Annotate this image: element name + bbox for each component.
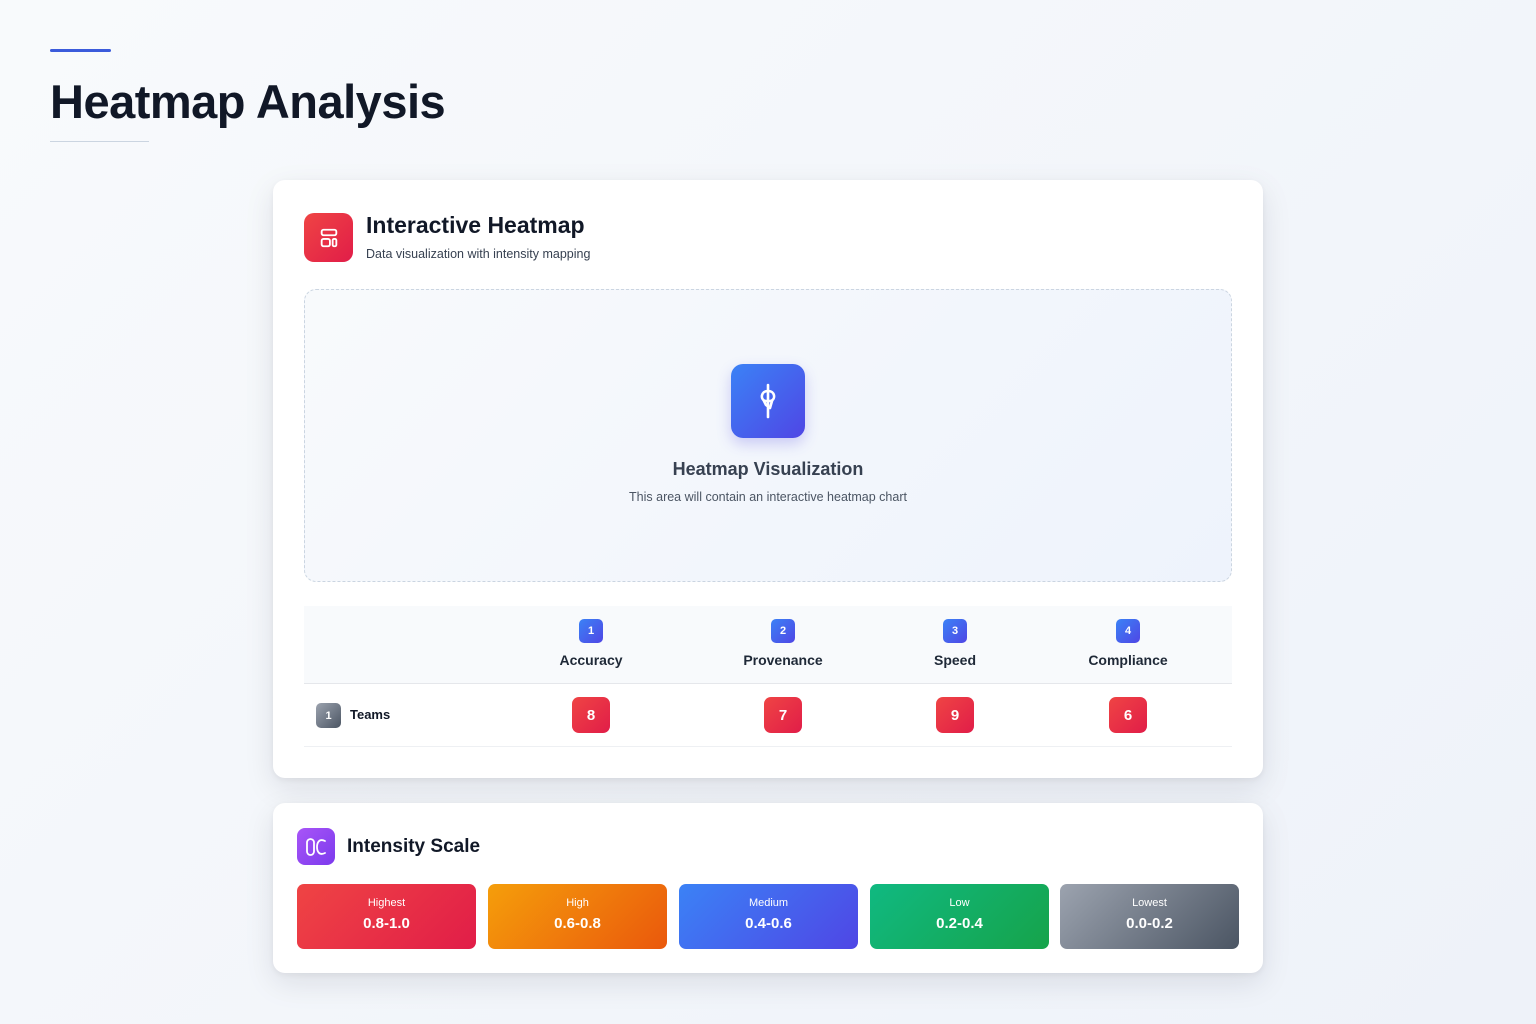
scale-item-range: 0.0-0.2 [1126,915,1173,932]
column-header-provenance[interactable]: 2 Provenance [683,606,883,683]
title-accent-bar [50,49,111,52]
scale-item-range: 0.2-0.4 [936,915,983,932]
scale-item-label: Highest [367,897,406,909]
scale-item-high: High 0.6-0.8 [488,884,667,949]
scale-item-range: 0.4-0.6 [745,915,792,932]
scale-item-low: Low 0.2-0.4 [870,884,1049,949]
table-row: 1 Teams 8 7 9 6 [304,684,1232,747]
heatmap-cell[interactable]: 8 [572,697,610,733]
column-header-compliance[interactable]: 4 Compliance [1028,606,1228,683]
scale-item-highest: Highest 0.8-1.0 [297,884,476,949]
column-header-accuracy[interactable]: 1 Accuracy [491,606,691,683]
intensity-scale-card: Intensity Scale Highest 0.8-1.0 High 0.6… [273,803,1263,973]
layout-icon [304,213,353,262]
column-number-badge: 1 [579,619,603,643]
card-subtitle: Data visualization with intensity mappin… [366,247,591,261]
scale-item-label: High [566,897,589,909]
scale-icon [297,828,335,865]
table-header: 1 Accuracy 2 Provenance 3 Speed 4 Compli… [304,606,1232,684]
scale-item-medium: Medium 0.4-0.6 [679,884,858,949]
heatmap-cell[interactable]: 6 [1109,697,1147,733]
heatmap-card: Interactive Heatmap Data visualization w… [273,180,1263,778]
heatmap-table: 1 Accuracy 2 Provenance 3 Speed 4 Compli… [304,606,1232,747]
column-number-badge: 3 [943,619,967,643]
row-number-badge: 1 [316,703,341,728]
heatmap-cell[interactable]: 9 [936,697,974,733]
row-label: Teams [350,707,391,722]
column-number-badge: 2 [771,619,795,643]
scale-item-range: 0.8-1.0 [363,915,410,932]
heatmap-cell[interactable]: 7 [764,697,802,733]
scale-item-label: Lowest [1132,897,1167,909]
scale-item-label: Medium [748,897,789,909]
column-label: Provenance [743,652,823,668]
chart-icon [731,364,805,438]
visualization-area[interactable]: Heatmap Visualization This area will con… [304,289,1232,582]
scale-title: Intensity Scale [347,836,481,857]
scale-item-lowest: Lowest 0.0-0.2 [1060,884,1239,949]
scale-item-label: Low [949,897,970,909]
visualization-title: Heatmap Visualization [672,459,864,479]
title-divider [50,141,149,142]
scale-item-range: 0.6-0.8 [554,915,601,932]
column-header-speed[interactable]: 3 Speed [855,606,1055,683]
column-label: Speed [933,652,976,668]
page-title: Heatmap Analysis [50,75,446,128]
card-title: Interactive Heatmap [366,212,585,238]
column-number-badge: 4 [1116,619,1140,643]
column-label: Compliance [1088,652,1168,668]
column-label: Accuracy [559,652,623,668]
visualization-subtitle: This area will contain an interactive he… [629,490,907,504]
